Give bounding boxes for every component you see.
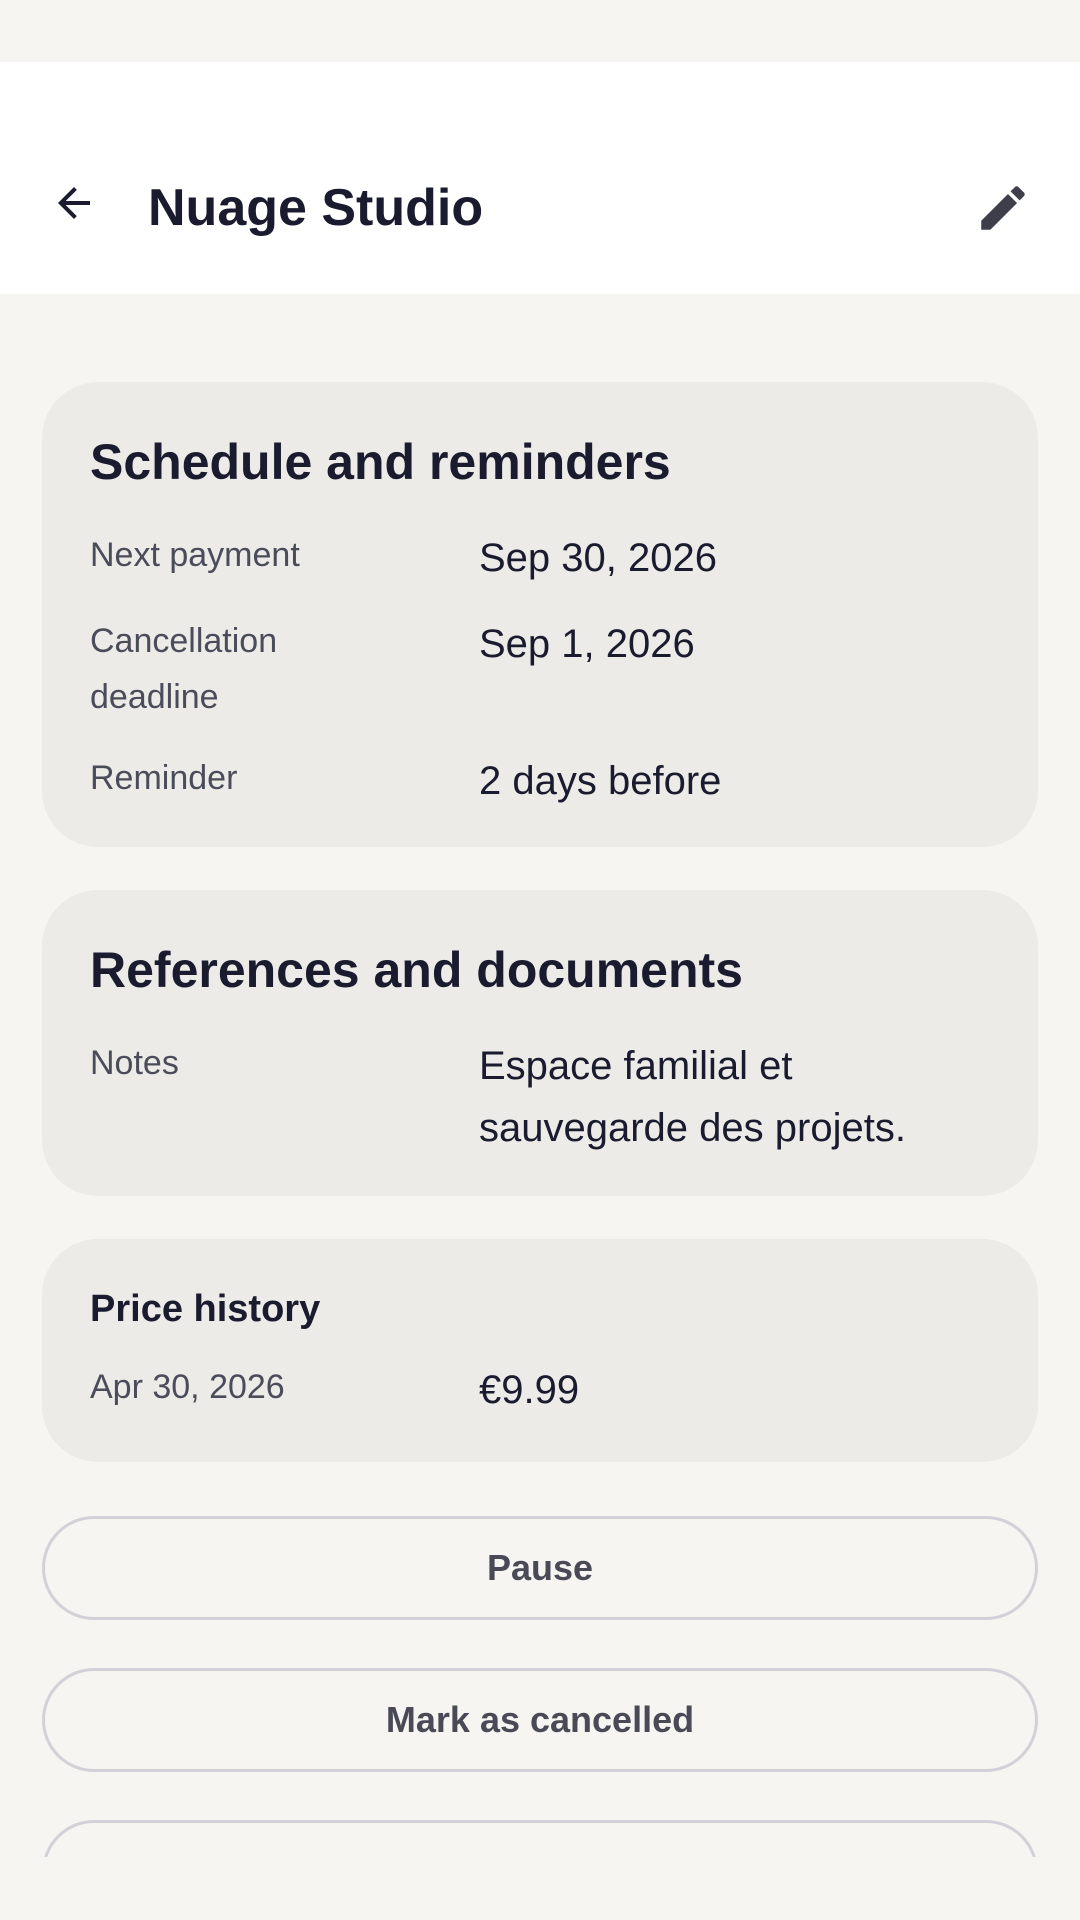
price-date-label: Apr 30, 2026 [90, 1368, 285, 1406]
price-history-card: Price history Apr 30, 2026 €9.99 [42, 1239, 1038, 1462]
arrow-back-icon [50, 179, 98, 232]
status-bar-spacer [0, 0, 1080, 62]
top-app-bar: Nuage Studio [0, 62, 1080, 294]
mark-cancelled-button[interactable]: Mark as cancelled [42, 1668, 1038, 1772]
back-button[interactable] [42, 173, 106, 237]
partially-hidden-button[interactable] [42, 1820, 1038, 1857]
notes-label: Notes [90, 1044, 179, 1082]
references-card: References and documents Notes Espace fa… [42, 890, 1038, 1196]
price-history-title: Price history [90, 1288, 321, 1330]
references-card-title: References and documents [90, 942, 743, 998]
schedule-card: Schedule and reminders Next payment Sep … [42, 382, 1038, 847]
next-payment-label: Next payment [90, 536, 300, 574]
notes-value: Espace familial et sauvegarde des projet… [479, 1044, 906, 1150]
pencil-icon [974, 179, 1032, 242]
page-title: Nuage Studio [148, 179, 484, 237]
schedule-card-title: Schedule and reminders [90, 434, 671, 490]
partially-hidden-button-area [0, 1817, 1080, 1857]
edit-button[interactable] [968, 178, 1038, 242]
pause-button[interactable]: Pause [42, 1516, 1038, 1620]
reminder-value: 2 days before [479, 759, 722, 803]
reminder-label: Reminder [90, 759, 238, 797]
cancellation-deadline-value: Sep 1, 2026 [479, 622, 695, 666]
next-payment-value: Sep 30, 2026 [479, 536, 717, 580]
cancellation-deadline-label: Cancellation deadline [90, 622, 278, 716]
price-value: €9.99 [479, 1368, 580, 1412]
